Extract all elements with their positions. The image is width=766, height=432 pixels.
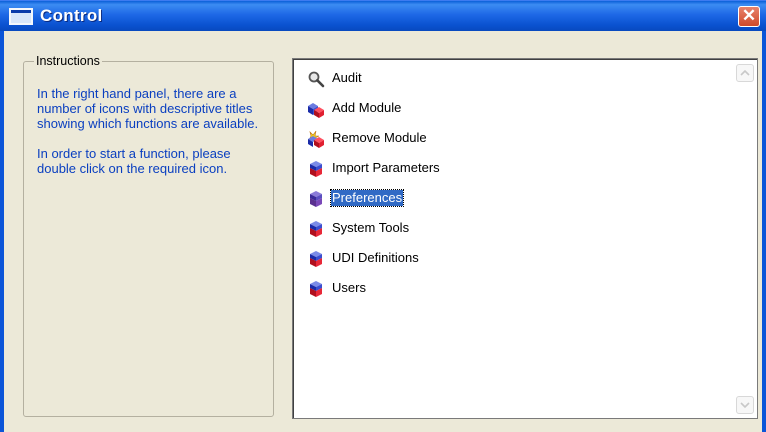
scroll-up-button[interactable] [736,64,754,82]
window-icon [9,8,33,25]
list-item-label: Add Module [332,100,402,115]
list-item-label: System Tools [332,220,410,235]
remove-module-icon [308,130,324,148]
cube-icon [310,281,322,297]
list-item-label: Remove Module [332,130,427,145]
list-item-label: Import Parameters [332,160,440,175]
cube-icon [310,191,322,207]
add-module-icon [308,103,324,118]
function-list[interactable]: Audit Add Module Remove Module Import Pa… [292,58,758,419]
list-item-label: Users [332,280,366,295]
close-button[interactable]: ✕ [738,6,760,27]
window-title: Control [40,6,103,25]
list-item-label: UDI Definitions [332,250,419,265]
instructions-group: Instructions In the right hand panel, th… [23,55,274,417]
chevron-down-icon [740,402,750,409]
scroll-down-button[interactable] [736,396,754,414]
window-frame-left [0,31,4,432]
instructions-paragraph-2: In order to start a function, please dou… [37,146,231,176]
chevron-up-icon [740,69,750,76]
list-item-label: Audit [332,70,362,85]
instructions-legend: Instructions [36,54,100,68]
magnifier-icon [308,71,325,88]
instructions-text: In the right hand panel, there are a num… [37,86,267,191]
cube-icon [310,221,322,237]
list-item-label: Preferences [329,189,405,207]
instructions-paragraph-1: In the right hand panel, there are a num… [37,86,259,131]
cube-icon [310,251,322,267]
vertical-scrollbar[interactable] [736,64,754,414]
title-bar[interactable]: Control ✕ [0,0,766,31]
window-frame-right [762,31,766,432]
cube-icon [310,161,322,177]
control-window: Control ✕ Instructions In the right hand… [0,0,766,432]
